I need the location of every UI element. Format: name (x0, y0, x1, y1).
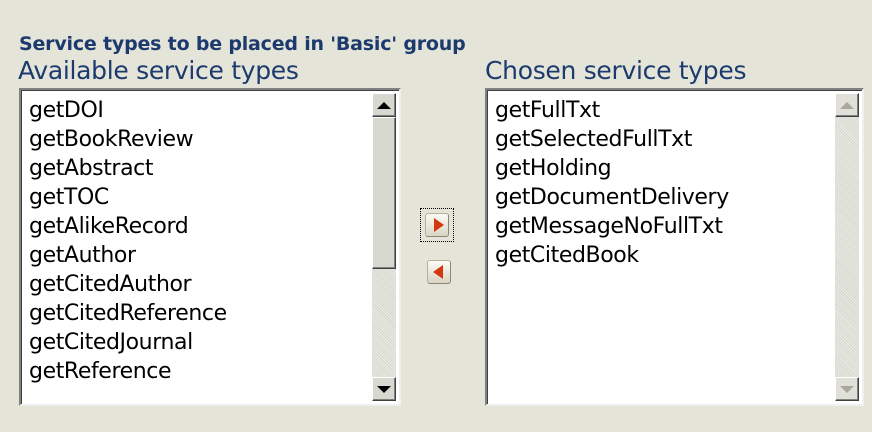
list-item[interactable]: getBookReview (29, 125, 367, 154)
chevron-down-icon (377, 385, 391, 393)
list-item[interactable]: getMessageNoFullTxt (495, 212, 830, 241)
list-item[interactable]: getReference (29, 357, 367, 386)
chosen-list-label: Chosen service types (485, 56, 747, 85)
chosen-scrollbar[interactable] (835, 93, 859, 401)
chevron-up-icon (377, 101, 391, 109)
list-item[interactable]: getSelectedFullTxt (495, 125, 830, 154)
scrollbar-thumb[interactable] (372, 117, 396, 269)
scroll-up-button[interactable] (372, 93, 396, 117)
chosen-service-types-listbox[interactable]: getFullTxt getSelectedFullTxt getHolding… (485, 88, 864, 406)
list-item[interactable]: getDocumentDelivery (495, 183, 830, 212)
chevron-down-icon (840, 385, 854, 393)
list-item[interactable]: getAbstract (29, 154, 367, 183)
scroll-up-button[interactable] (835, 93, 859, 117)
list-item[interactable]: getCitedAuthor (29, 270, 367, 299)
available-items: getDOI getBookReview getAbstract getTOC … (29, 96, 367, 386)
list-item[interactable]: getDOI (29, 96, 367, 125)
arrow-left-icon (427, 260, 451, 284)
move-to-available-button[interactable] (425, 258, 453, 286)
list-item[interactable]: getCitedJournal (29, 328, 367, 357)
chevron-up-icon (840, 101, 854, 109)
group-title: Service types to be placed in 'Basic' gr… (19, 33, 466, 55)
list-item[interactable]: getTOC (29, 183, 367, 212)
available-service-types-listbox[interactable]: getDOI getBookReview getAbstract getTOC … (19, 88, 401, 406)
list-item[interactable]: getFullTxt (495, 96, 830, 125)
scroll-down-button[interactable] (835, 377, 859, 401)
scroll-down-button[interactable] (372, 377, 396, 401)
arrow-right-icon (425, 213, 449, 237)
list-item[interactable]: getAlikeRecord (29, 212, 367, 241)
chosen-items: getFullTxt getSelectedFullTxt getHolding… (495, 96, 830, 270)
list-item[interactable]: getHolding (495, 154, 830, 183)
list-item[interactable]: getCitedBook (495, 241, 830, 270)
available-scrollbar[interactable] (372, 93, 396, 401)
available-list-label: Available service types (18, 56, 299, 85)
list-item[interactable]: getAuthor (29, 241, 367, 270)
move-to-chosen-button[interactable] (420, 208, 454, 242)
list-item[interactable]: getCitedReference (29, 299, 367, 328)
